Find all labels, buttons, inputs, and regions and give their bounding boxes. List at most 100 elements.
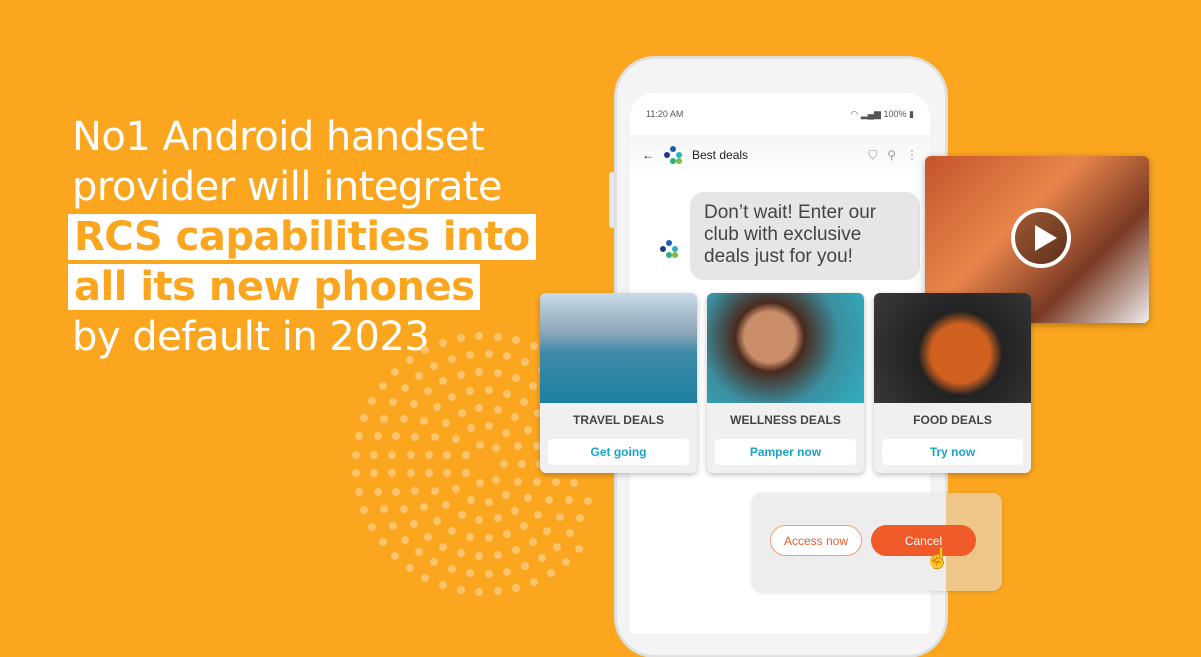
decorative-dot [492,475,501,484]
decorative-dot [484,569,493,578]
decorative-dot [551,478,560,487]
decorative-dot [475,587,484,596]
decorative-dot [524,494,533,503]
decorative-dot [530,342,539,351]
decorative-dot [484,422,493,431]
decorative-dot [501,491,510,500]
decorative-dot [438,338,447,347]
decorative-dot [513,477,522,486]
verified-shield-icon: ⛉ [868,147,878,162]
decorative-dot [421,573,430,582]
decorative-dot [457,408,466,417]
food-image [874,293,1031,403]
decorative-dot [448,393,457,402]
decorative-dot [565,529,574,538]
decorative-dot [466,387,475,396]
decorative-dot [410,400,419,409]
decorative-dot [421,346,430,355]
decorative-dot [466,569,475,578]
decorative-dot [420,503,429,512]
decorative-dot [503,352,512,361]
decorative-dot [373,487,382,496]
conversation-title: Best deals [692,148,749,162]
app-bar: ← Best deals ⛉ ⚲ ⋮ [630,135,930,175]
decorative-dot [355,432,364,441]
decorative-dot [388,398,397,407]
decorative-dot [484,533,493,542]
decorative-dot [388,521,397,530]
decorative-dot [420,416,429,425]
decorative-dot [430,558,439,567]
decorative-dot [379,414,388,423]
decorative-dot [475,551,484,560]
decorative-dot [370,450,379,459]
decorative-dot [493,369,502,378]
decorative-dot [524,425,533,434]
decorative-dot [484,497,493,506]
headline-line: No1 Android handset [72,114,485,160]
decorative-dot [368,397,377,406]
decorative-dot [475,368,484,377]
decorative-dot [430,486,439,495]
decorative-dot [493,514,502,523]
card-action-button[interactable]: Get going [548,439,689,465]
decorative-dot [442,418,451,427]
decorative-dot [503,567,512,576]
more-vert-icon[interactable]: ⋮ [906,148,918,162]
decorative-dot [475,332,484,341]
rich-card-travel: TRAVEL DEALS Get going [540,293,697,473]
decorative-dot [443,450,452,459]
status-time: 11:20 AM [646,109,684,119]
card-action-button[interactable]: Try now [882,439,1023,465]
decorative-dot [400,536,409,545]
decorative-dot [405,355,414,364]
decorative-dot [475,440,484,449]
decorative-dot [447,565,456,574]
decorative-dot [352,469,361,478]
decorative-dot [512,583,521,592]
decorative-dot [443,469,452,478]
decorative-dot [484,350,493,359]
decorative-dot [544,495,553,504]
decorative-dot [414,548,423,557]
wifi-icon: ◠ [850,108,859,119]
decorative-dot [510,413,519,422]
decorative-dot [528,538,537,547]
decorative-dot [546,569,555,578]
decorative-dot [493,332,502,341]
hand-cursor-icon: ☝ [925,548,950,570]
decorative-dot [432,402,441,411]
decorative-dot [457,511,466,520]
travel-image [540,293,697,403]
card-title: FOOD DEALS [913,413,992,427]
decorative-dot [561,558,570,567]
card-action-button[interactable]: Pamper now [715,439,856,465]
status-icons: ◠ ▂▄▆ 100% ▮ [850,109,914,120]
decorative-dot [424,469,433,478]
decorative-dot [456,370,465,379]
decorative-dot [492,444,501,453]
decorative-dot [518,460,526,468]
decorative-dot [399,504,408,513]
cancel-button[interactable]: Cancel [871,525,976,556]
headline-highlight: RCS capabilities into [68,214,536,260]
decorative-dot [370,469,379,478]
decorative-dot [392,432,401,441]
play-icon[interactable] [1011,208,1071,268]
decorative-dot [521,562,529,571]
decorative-dot [552,542,561,551]
decorative-dot [532,478,541,487]
decorative-dot [528,381,537,390]
brand-logo-icon [664,146,682,164]
decorative-dot [583,496,592,505]
access-now-button[interactable]: Access now [770,525,862,556]
decorative-dot [368,522,377,531]
search-icon[interactable]: ⚲ [887,148,896,162]
decorative-dot [466,495,475,504]
decorative-dot [378,538,387,547]
decorative-dot [391,552,400,561]
decorative-dot [493,405,502,414]
decorative-dot [438,581,447,590]
back-arrow-icon[interactable]: ← [642,148,654,162]
status-bar: 11:20 AM ◠ ▂▄▆ 100% ▮ [630,93,930,135]
